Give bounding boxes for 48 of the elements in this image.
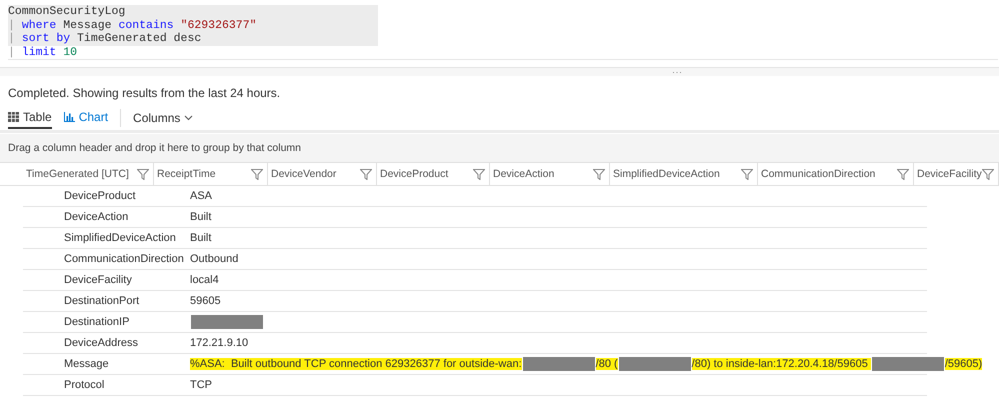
field-name: DeviceProduct bbox=[63, 190, 137, 202]
column-header[interactable]: DeviceFacility bbox=[914, 163, 999, 185]
field-value: 59605 bbox=[190, 295, 221, 307]
field-value: 172.21.9.10 bbox=[190, 337, 248, 349]
field-value: Built bbox=[190, 232, 212, 244]
field-name: DeviceFacility bbox=[63, 274, 133, 286]
view-tab[interactable]: Chart bbox=[64, 107, 108, 129]
column-header[interactable]: DeviceProduct bbox=[377, 163, 490, 185]
field-name: SimplifiedDeviceAction bbox=[63, 232, 177, 244]
group-by-bar: Drag a column header and drop it here to group by that column bbox=[0, 134, 999, 162]
field-name: Message bbox=[63, 358, 110, 370]
field-name: Protocol bbox=[63, 379, 106, 391]
field-value: Built bbox=[190, 211, 212, 223]
column-header[interactable]: DeviceAction bbox=[490, 163, 610, 185]
field-name: DeviceAddress bbox=[63, 337, 139, 349]
bar-chart-icon bbox=[64, 112, 75, 122]
column-header[interactable]: CommunicationDirection bbox=[758, 163, 914, 185]
query-editor[interactable]: CommonSecurityLog | where Message contains "629326377" | sort by TimeGenerated desc | limit 10 bbox=[0, 0, 999, 67]
filter-icon[interactable] bbox=[897, 168, 909, 180]
field-value: local4 bbox=[190, 274, 219, 286]
field-value: %ASA: Built outbound TCP connection 629326377 for outside-wan: bbox=[190, 358, 522, 370]
filter-icon[interactable] bbox=[137, 168, 149, 180]
chevron-down-icon bbox=[184, 115, 194, 121]
field-value: Outbound bbox=[190, 253, 238, 265]
filter-icon[interactable] bbox=[360, 168, 372, 180]
field-value: /59605) bbox=[944, 358, 982, 370]
column-header[interactable]: ReceiptTime bbox=[154, 163, 268, 185]
table-icon bbox=[8, 112, 19, 122]
column-header[interactable]: TimeGenerated [UTC] bbox=[23, 163, 154, 185]
status-text: Completed. Showing results from the last 24 hours. bbox=[7, 85, 282, 102]
field-name: DestinationPort bbox=[63, 295, 140, 307]
field-name: DeviceAction bbox=[63, 211, 130, 223]
column-header[interactable]: DeviceVendor bbox=[268, 163, 377, 185]
filter-icon[interactable] bbox=[982, 168, 994, 180]
filter-icon[interactable] bbox=[473, 168, 485, 180]
view-tab[interactable]: Table bbox=[8, 107, 52, 129]
filter-icon[interactable] bbox=[741, 168, 753, 180]
filter-icon[interactable] bbox=[593, 168, 605, 180]
column-header[interactable]: SimplifiedDeviceAction bbox=[610, 163, 758, 185]
field-value: ASA bbox=[190, 190, 212, 202]
redaction-block bbox=[191, 315, 263, 329]
filter-icon[interactable] bbox=[251, 168, 263, 180]
field-name: CommunicationDirection bbox=[63, 253, 185, 265]
field-value: TCP bbox=[190, 379, 212, 391]
columns-dropdown[interactable]: Columns bbox=[133, 111, 194, 125]
field-name: DestinationIP bbox=[63, 316, 130, 328]
splitter-handle[interactable]: ... bbox=[672, 68, 683, 76]
query-line: | limit 10 bbox=[8, 46, 998, 60]
